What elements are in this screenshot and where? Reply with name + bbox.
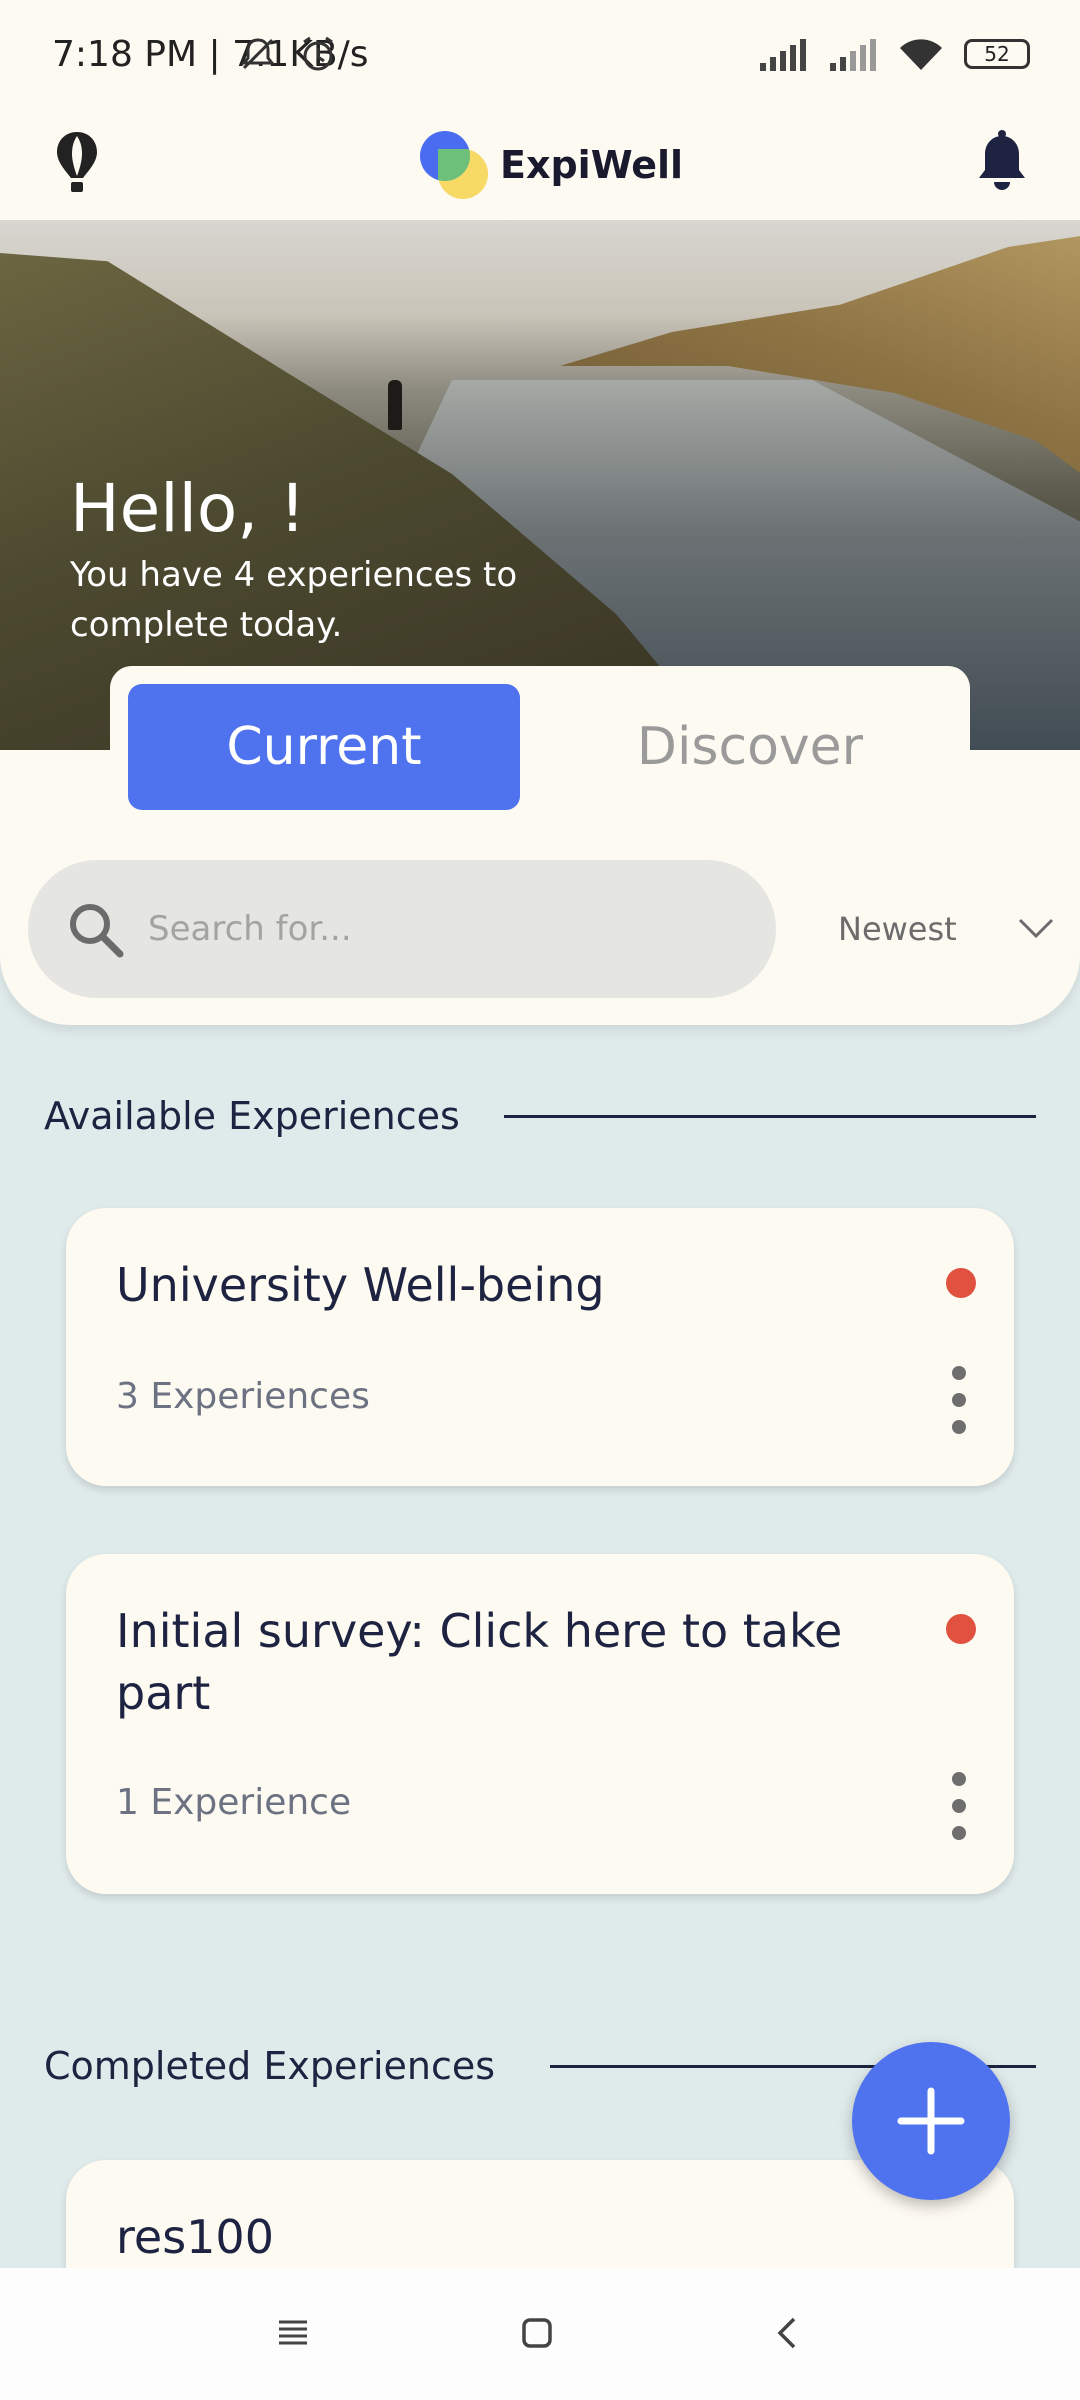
tab-bar: Current Discover [110,666,970,816]
section-divider [504,1115,1036,1118]
system-nav-bar [0,2268,1080,2400]
search-icon [70,904,124,958]
tab-discover[interactable]: Discover [550,684,950,810]
section-available-heading: Available Experiences [44,1094,460,1138]
battery-level: 52 [984,42,1010,66]
more-options-icon[interactable] [952,1772,966,1840]
hot-air-balloon-icon[interactable] [52,128,102,198]
section-completed-heading: Completed Experiences [44,2044,496,2088]
home-icon[interactable] [520,2316,554,2350]
experience-count: 1 Experience [116,1782,352,1823]
notification-bell-icon[interactable] [974,130,1030,196]
more-options-icon[interactable] [952,1366,966,1434]
tab-current[interactable]: Current [128,684,520,810]
brand: ExpiWell [420,122,683,208]
unread-dot [946,1614,976,1644]
battery-icon: 52 [964,39,1030,69]
experience-title: University Well-being [116,1258,605,1312]
wifi-icon [900,39,942,70]
add-experience-button[interactable] [852,2042,1010,2200]
status-bar: 7:18 PM | 7.1KB/s 52 [0,0,1080,110]
search-input[interactable] [148,860,748,998]
mute-icon [240,38,276,70]
experience-title: Initial survey: Click here to take part [116,1604,843,1720]
greeting-title: Hello, ! [70,470,306,547]
experience-count: 3 Experiences [116,1376,370,1417]
search-bar[interactable] [28,860,776,998]
back-icon[interactable] [770,2316,804,2350]
alarm-icon [303,36,333,71]
plus-icon [897,2087,965,2155]
signal-icon-2 [830,39,876,71]
experience-card[interactable]: University Well-being 3 Experiences [66,1208,1014,1486]
signal-icon [760,39,806,71]
chevron-down-icon[interactable] [1016,914,1056,944]
hero-person [388,380,402,430]
experience-title: res100 [116,2210,274,2264]
app-name: ExpiWell [500,143,684,187]
experience-card[interactable]: Initial survey: Click here to take part … [66,1554,1014,1894]
greeting-subtitle: You have 4 experiences to complete today… [70,555,518,645]
status-icons: 52 [238,34,1030,74]
unread-dot [946,1268,976,1298]
menu-icon[interactable] [276,2316,310,2350]
app-logo [420,131,488,199]
sort-dropdown[interactable]: Newest [838,910,957,948]
app-header: ExpiWell [0,110,1080,220]
